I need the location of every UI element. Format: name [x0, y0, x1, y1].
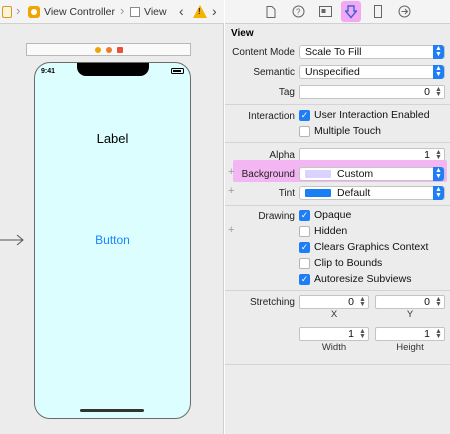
interaction-label: Interaction — [248, 111, 295, 122]
iphone-frame[interactable]: 9:41 Label Button — [34, 62, 191, 419]
stepper-icon[interactable]: ▲ ▼ — [434, 328, 443, 340]
inspector-tabs: ? — [225, 0, 450, 24]
phone-notch — [77, 63, 149, 76]
tag-label: Tag — [278, 87, 295, 98]
opaque-checkbox[interactable]: ✓ Opaque — [299, 209, 351, 221]
clears-graphics-context-checkbox[interactable]: ✓ Clears Graphics Context — [299, 241, 428, 253]
exit-icon[interactable] — [116, 46, 123, 53]
stretching-label: Stretching — [249, 297, 295, 308]
width-caption: Width — [321, 342, 347, 353]
button-element[interactable]: Button — [35, 233, 190, 247]
label-element[interactable]: Label — [35, 131, 190, 146]
popup-arrows-icon: ▲ ▼ — [433, 167, 444, 181]
connections-inspector-icon[interactable] — [397, 4, 412, 19]
identity-inspector-icon[interactable] — [318, 4, 333, 19]
x-caption: X — [330, 309, 338, 320]
file-inspector-icon[interactable] — [263, 4, 278, 19]
divider — [225, 205, 450, 206]
checkbox-empty[interactable] — [299, 257, 310, 269]
background-color-swatch — [305, 170, 331, 179]
checkmark-icon[interactable]: ✓ — [299, 109, 310, 121]
stretching-height-field[interactable]: 1 ▲ ▼ — [375, 327, 445, 341]
divider — [225, 104, 450, 105]
checkmark-icon[interactable]: ✓ — [299, 241, 310, 253]
initial-view-controller-arrow-icon[interactable] — [0, 234, 24, 246]
stepper-icon[interactable]: ▲ ▼ — [358, 296, 367, 308]
checkmark-icon[interactable]: ✓ — [299, 273, 310, 285]
jump-item-view[interactable]: View — [130, 5, 167, 19]
hidden-checkbox[interactable]: Hidden — [299, 225, 347, 237]
first-responder-icon[interactable] — [105, 46, 112, 53]
drawing-label: Drawing — [258, 211, 295, 222]
view-controller-icon — [28, 6, 40, 18]
autoresize-subviews-checkbox[interactable]: ✓ Autoresize Subviews — [299, 273, 411, 285]
view-controller-dock-icon[interactable] — [94, 46, 101, 53]
status-time: 9:41 — [41, 68, 56, 75]
divider — [225, 142, 450, 143]
divider — [225, 290, 450, 291]
background-label: Background — [241, 169, 295, 180]
popup-arrows-icon: ▲ ▼ — [433, 65, 444, 79]
forward-arrow-icon[interactable]: › — [212, 3, 217, 19]
background-color-select[interactable]: Custom ▲ ▼ — [299, 167, 445, 181]
popup-arrows-icon: ▲ ▼ — [433, 45, 444, 59]
user-interaction-checkbox[interactable]: ✓ User Interaction Enabled — [299, 109, 430, 121]
divider — [225, 364, 450, 365]
semantic-select[interactable]: Unspecified ▲ ▼ — [299, 65, 445, 79]
jump-separator: › — [120, 3, 125, 18]
height-caption: Height — [396, 342, 424, 353]
stretching-width-field[interactable]: 1 ▲ ▼ — [299, 327, 369, 341]
attributes-inspector-icon[interactable] — [341, 1, 361, 22]
storyboard-canvas[interactable]: › View Controller › View ‹ ! › 9:41 Labe… — [0, 0, 224, 434]
scene-dock[interactable] — [26, 43, 191, 56]
y-caption: Y — [406, 309, 414, 320]
view-icon — [130, 7, 140, 17]
size-inspector-icon[interactable] — [370, 4, 385, 19]
content-mode-select[interactable]: Scale To Fill ▲ ▼ — [299, 45, 445, 59]
home-indicator — [80, 409, 144, 412]
semantic-label: Semantic — [253, 67, 295, 78]
stretching-x-field[interactable]: 0 ▲ ▼ — [299, 295, 369, 309]
section-title-view: View — [231, 28, 254, 39]
clip-to-bounds-checkbox[interactable]: Clip to Bounds — [299, 257, 382, 269]
checkmark-icon[interactable]: ✓ — [299, 209, 310, 221]
storyboard-file-icon[interactable] — [2, 5, 12, 19]
battery-icon — [171, 68, 184, 74]
stretching-y-field[interactable]: 0 ▲ ▼ — [375, 295, 445, 309]
stepper-icon[interactable]: ▲ ▼ — [358, 328, 367, 340]
svg-text:?: ? — [296, 8, 301, 17]
quick-help-icon[interactable]: ? — [291, 4, 306, 19]
stepper-icon[interactable]: ▲ ▼ — [434, 296, 443, 308]
warning-icon[interactable]: ! — [193, 5, 207, 18]
checkbox-empty[interactable] — [299, 125, 310, 137]
tag-stepper-icon[interactable]: ▲ ▼ — [434, 86, 443, 98]
back-arrow-icon[interactable]: ‹ — [179, 3, 184, 19]
jump-bar: › View Controller › View ‹ ! › — [0, 0, 224, 24]
tint-label: Tint — [278, 188, 295, 199]
multiple-touch-checkbox[interactable]: Multiple Touch — [299, 125, 381, 137]
tint-color-select[interactable]: Default ▲ ▼ — [299, 186, 445, 200]
popup-arrows-icon: ▲ ▼ — [433, 186, 444, 200]
jump-item-view-controller[interactable]: View Controller — [28, 5, 115, 19]
checkbox-empty[interactable] — [299, 225, 310, 237]
content-mode-label: Content Mode — [232, 47, 295, 58]
tint-color-swatch — [305, 189, 331, 198]
tag-field[interactable]: 0 ▲ ▼ — [299, 85, 445, 99]
attributes-inspector: ? View Content Mode Scale To Fill ▲ ▼ Sem… — [225, 0, 450, 434]
jump-separator: › — [16, 3, 21, 18]
add-variation-icon[interactable]: + — [228, 224, 234, 236]
